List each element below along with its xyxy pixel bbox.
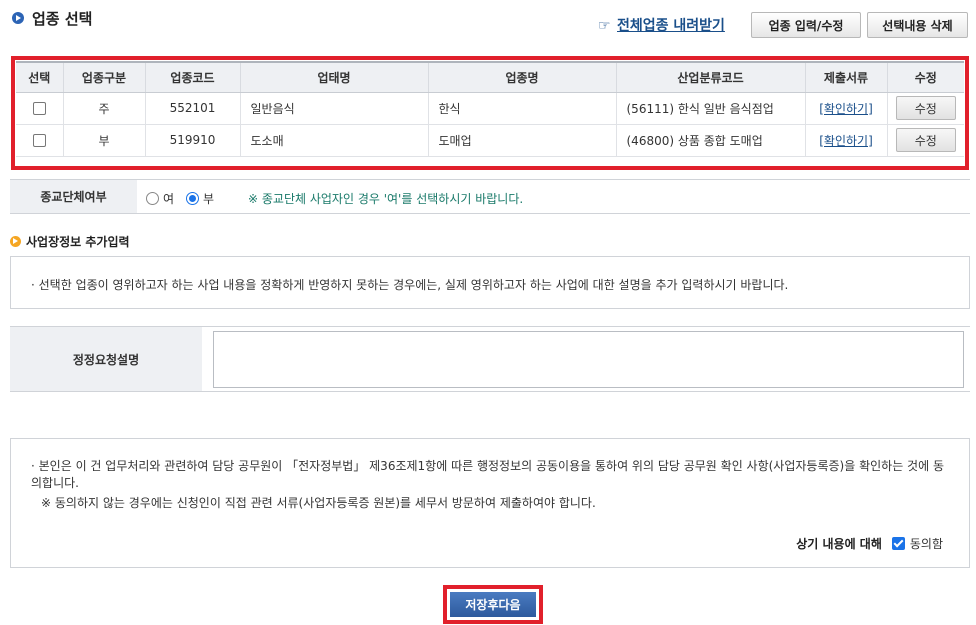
religion-row: 종교단체여부 여 부 ※ 종교단체 사업자인 경우 '여'를 선택하시기 바랍니…	[10, 179, 970, 214]
industry-table: 선택 업종구분 업종코드 업태명 업종명 산업분류코드 제출서류 수정 주 55…	[16, 61, 964, 157]
radio-yes-circle	[146, 192, 159, 205]
col-business: 업태명	[239, 61, 428, 93]
row-type: 부	[62, 124, 145, 157]
save-next-button[interactable]: 저장후다음	[450, 592, 536, 617]
request-label: 정정요청설명	[10, 327, 202, 391]
col-docs: 제출서류	[804, 61, 887, 93]
row-class-code: (56111) 한식 일반 음식점업	[615, 92, 805, 125]
agree-checkbox-label: 동의함	[909, 537, 943, 551]
col-edit: 수정	[886, 61, 964, 93]
row-industry: 도매업	[427, 124, 616, 157]
edit-industry-button[interactable]: 업종 입력/수정	[751, 12, 861, 38]
request-textarea[interactable]	[213, 331, 964, 388]
download-all-link[interactable]: ☞ 전체업종 내려받기	[598, 15, 725, 35]
radio-no-circle	[186, 192, 199, 205]
row-code: 552101	[144, 92, 240, 125]
pointing-hand-icon: ☞	[598, 18, 611, 34]
confirm-docs-link[interactable]: [확인하기]	[819, 134, 873, 148]
extra-info-header: 사업장정보 추가입력	[10, 233, 130, 249]
row-checkbox[interactable]	[32, 134, 46, 147]
subsection-bullet-icon	[10, 235, 21, 247]
extra-info-title: 사업장정보 추가입력	[26, 234, 130, 249]
agree-checkbox[interactable]	[891, 537, 905, 550]
row-business: 일반음식	[239, 92, 428, 125]
agreement-box: · 본인은 이 건 업무처리와 관련하여 담당 공무원이 「전자정부법」 제36…	[10, 438, 970, 568]
table-row: 주 552101 일반음식 한식 (56111) 한식 일반 음식점업 [확인하…	[16, 92, 964, 125]
extra-info-box: · 선택한 업종이 영위하고자 하는 사업 내용을 정확하게 반영하지 못하는 …	[10, 256, 970, 309]
header: 업종 선택 ☞ 전체업종 내려받기 업종 입력/수정 선택내용 삭제	[0, 0, 976, 46]
religion-notice: ※ 종교단체 사업자인 경우 '여'를 선택하시기 바랍니다.	[248, 192, 524, 206]
col-select: 선택	[16, 61, 63, 93]
agreement-consent: 상기 내용에 대해 동의함	[796, 535, 943, 552]
agreement-note: ※ 동의하지 않는 경우에는 신청인이 직접 관련 서류(사업자등록증 원본)를…	[41, 496, 596, 510]
table-header-row: 선택 업종구분 업종코드 업태명 업종명 산업분류코드 제출서류 수정	[16, 61, 964, 93]
delete-selected-button[interactable]: 선택내용 삭제	[867, 12, 968, 38]
row-edit-cell: 수정	[886, 92, 964, 125]
section-bullet-icon	[12, 12, 24, 24]
col-type: 업종구분	[62, 61, 145, 93]
radio-no[interactable]: 부	[186, 190, 214, 207]
radio-yes-label: 여	[163, 192, 175, 206]
row-industry: 한식	[427, 92, 616, 125]
row-edit-button[interactable]: 수정	[895, 96, 956, 120]
request-row: 정정요청설명	[10, 326, 970, 392]
page-title: 업종 선택	[32, 10, 93, 28]
save-button-highlight: 저장후다음	[443, 585, 543, 624]
table-row: 부 519910 도소매 도매업 (46800) 상품 종합 도매업 [확인하기…	[16, 124, 964, 157]
row-select-cell	[16, 92, 63, 125]
row-docs-cell: [확인하기]	[804, 92, 887, 125]
col-industry: 업종명	[427, 61, 616, 93]
row-business: 도소매	[239, 124, 428, 157]
agreement-text: · 본인은 이 건 업무처리와 관련하여 담당 공무원이 「전자정부법」 제36…	[31, 459, 944, 490]
radio-yes[interactable]: 여	[146, 190, 174, 207]
religion-label: 종교단체여부	[10, 180, 137, 213]
row-docs-cell: [확인하기]	[804, 124, 887, 157]
radio-no-label: 부	[203, 192, 215, 206]
row-class-code: (46800) 상품 종합 도매업	[615, 124, 805, 157]
col-class-code: 산업분류코드	[615, 61, 805, 93]
row-checkbox[interactable]	[32, 102, 46, 115]
row-select-cell	[16, 124, 63, 157]
row-type: 주	[62, 92, 145, 125]
row-code: 519910	[144, 124, 240, 157]
download-all-label: 전체업종 내려받기	[617, 18, 725, 34]
col-code: 업종코드	[144, 61, 240, 93]
row-edit-button[interactable]: 수정	[895, 128, 956, 152]
agreement-label: 상기 내용에 대해	[796, 537, 882, 551]
row-edit-cell: 수정	[886, 124, 964, 157]
confirm-docs-link[interactable]: [확인하기]	[819, 102, 873, 116]
